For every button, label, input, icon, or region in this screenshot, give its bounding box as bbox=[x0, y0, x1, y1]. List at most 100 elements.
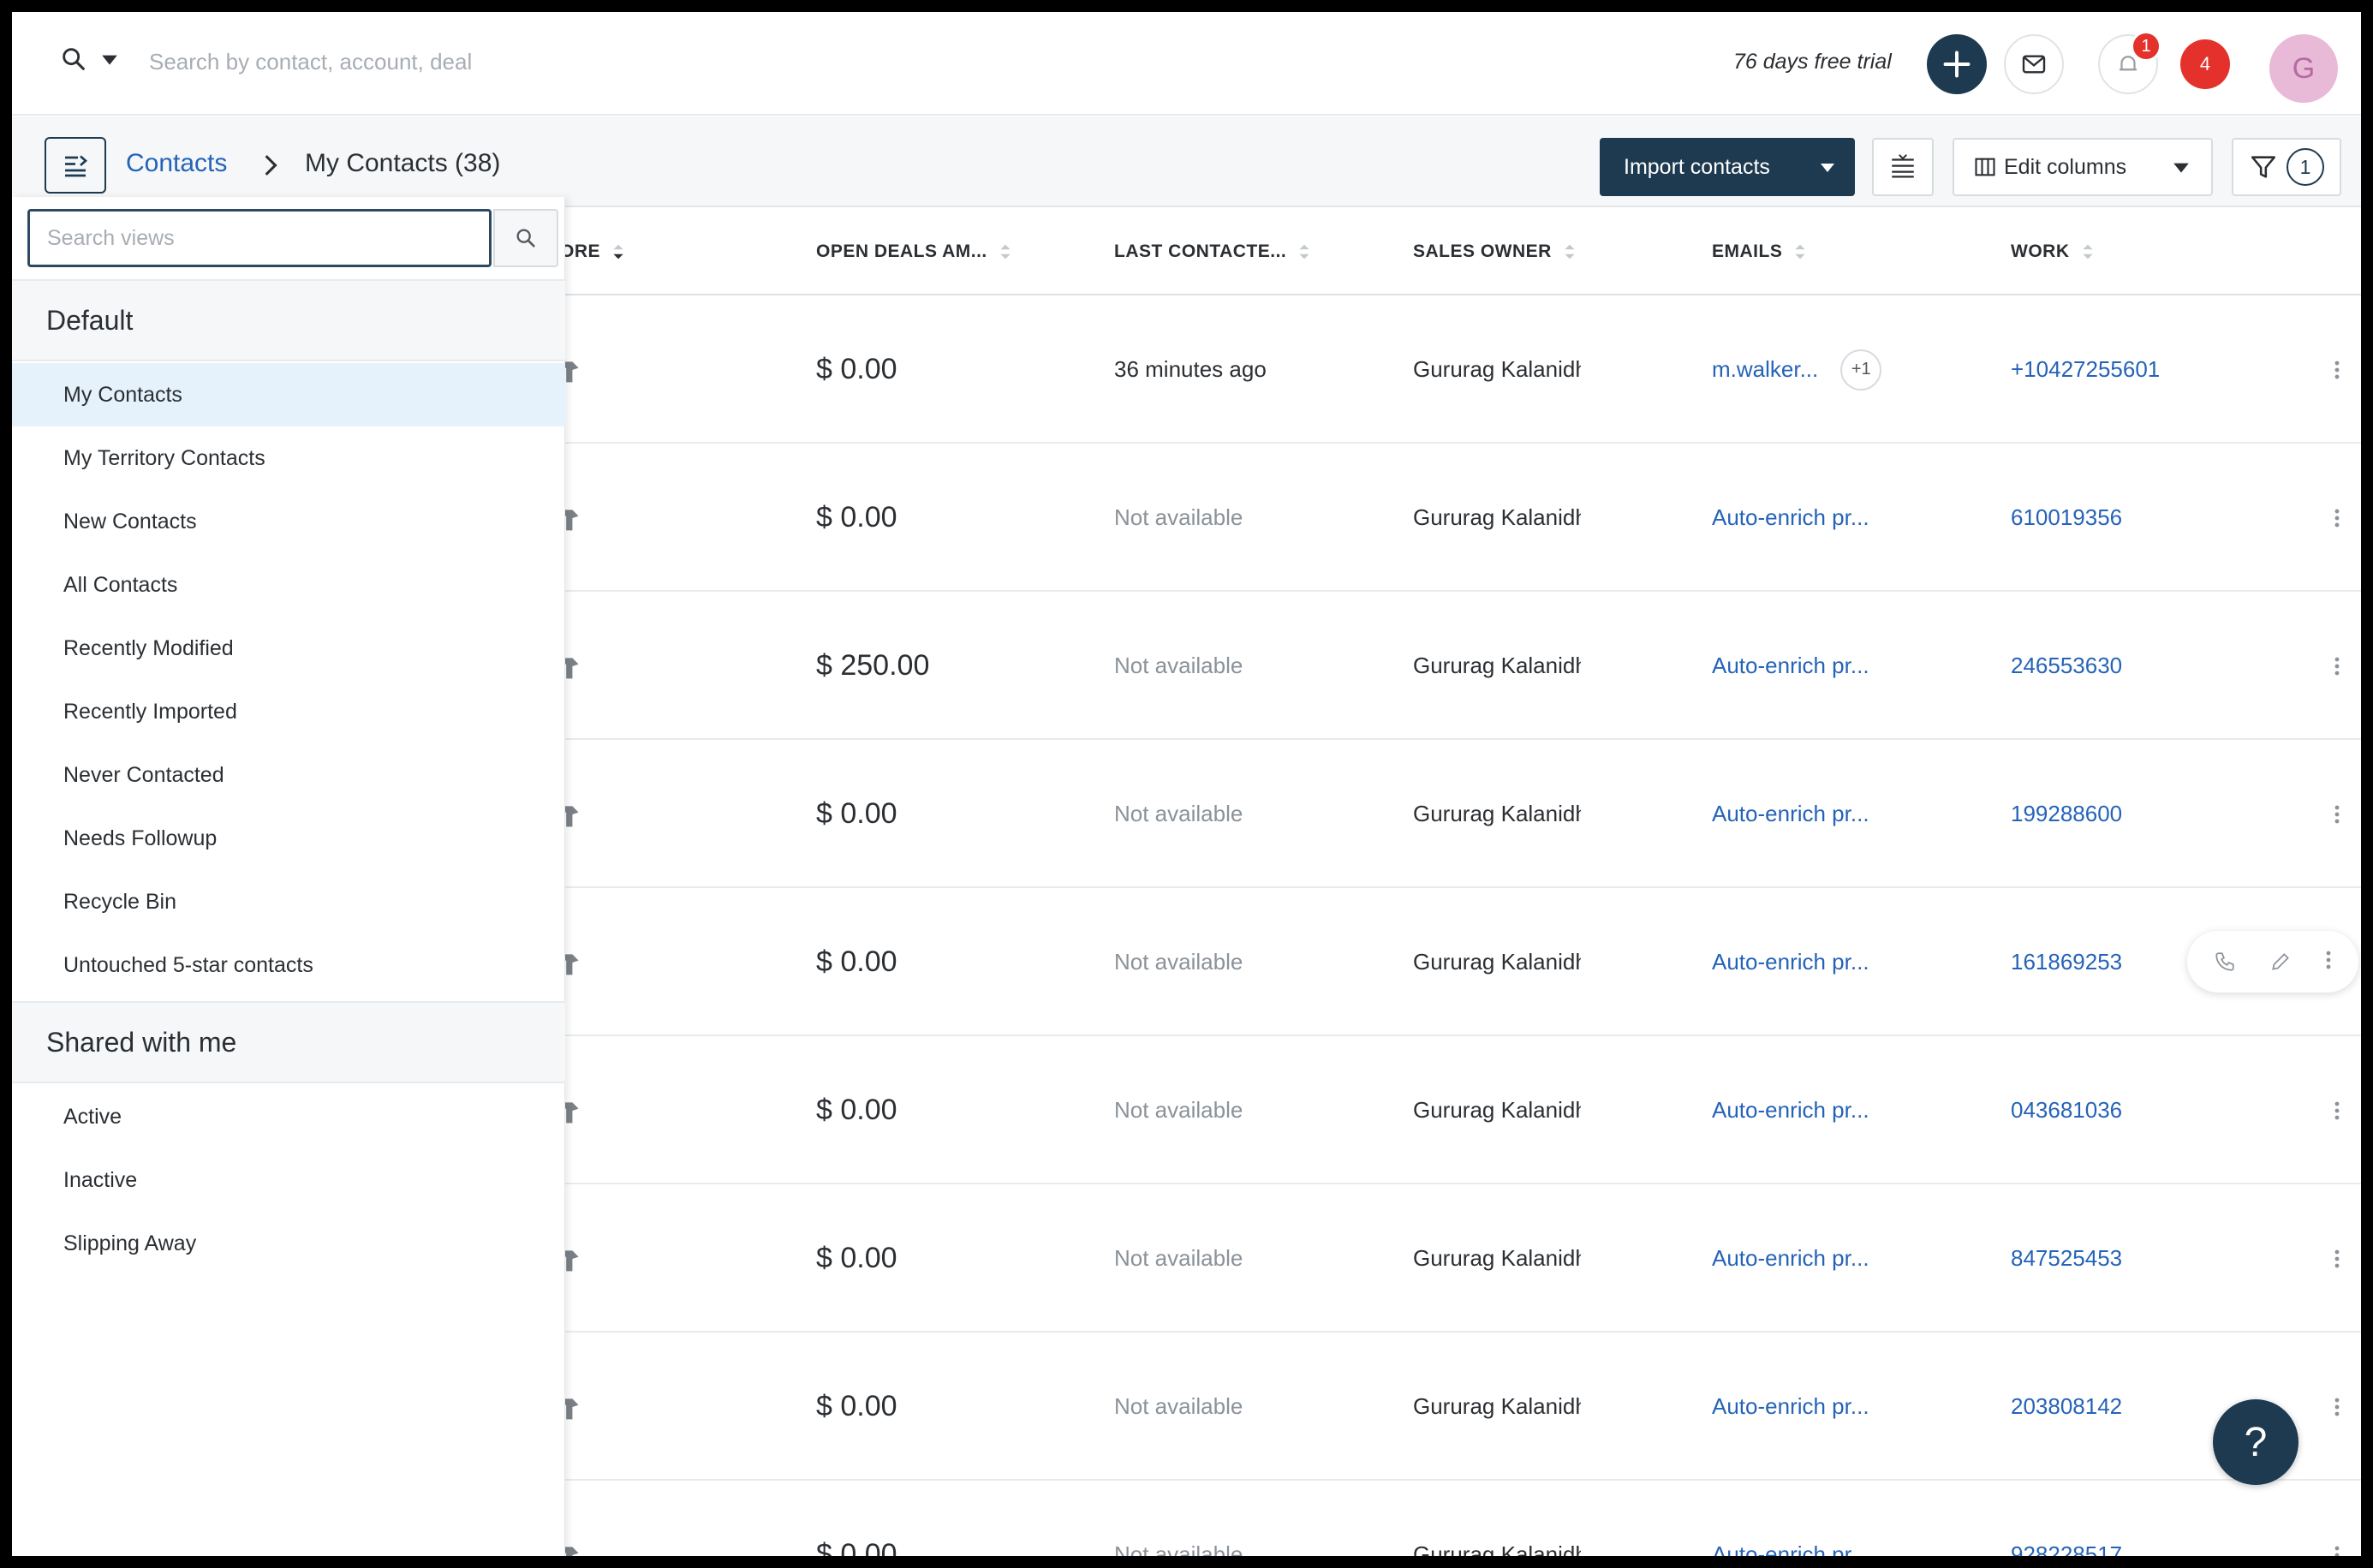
breadcrumb-contacts-link[interactable]: Contacts bbox=[126, 149, 227, 178]
row-more-button[interactable] bbox=[2324, 1184, 2350, 1333]
quick-add-button[interactable] bbox=[1927, 34, 1987, 94]
search-icon bbox=[516, 229, 535, 247]
work-phone-link[interactable]: 246553630 bbox=[2011, 592, 2122, 740]
email-link[interactable]: Auto-enrich pr... bbox=[1712, 653, 1869, 679]
alerts-count-button[interactable]: 4 bbox=[2180, 39, 2230, 89]
open-deals-amount: $ 0.00 bbox=[816, 945, 897, 978]
column-header-label: WORK bbox=[2011, 241, 2070, 261]
view-item[interactable]: Untouched 5-star contacts bbox=[12, 933, 565, 997]
score-cell bbox=[560, 1036, 594, 1184]
score-cell bbox=[560, 888, 594, 1036]
sales-owner: Gururag Kalanidh bbox=[1413, 801, 1581, 826]
view-item[interactable]: My Contacts bbox=[12, 363, 565, 426]
score-cell bbox=[560, 1481, 594, 1556]
row-more-button[interactable] bbox=[2324, 444, 2350, 592]
work-phone-link[interactable]: 847525453 bbox=[2011, 1184, 2122, 1333]
help-button[interactable]: ? bbox=[2213, 1399, 2298, 1485]
work-phone-link[interactable]: 610019356 bbox=[2011, 444, 2122, 592]
work-phone-link[interactable]: 161869253 bbox=[2011, 888, 2122, 1036]
work-phone-link[interactable]: 199288600 bbox=[2011, 740, 2122, 888]
row-actions bbox=[2187, 931, 2358, 993]
open-deals-amount: $ 0.00 bbox=[816, 1242, 897, 1274]
view-item[interactable]: New Contacts bbox=[12, 490, 565, 553]
view-item[interactable]: Needs Followup bbox=[12, 807, 565, 870]
score-cell bbox=[560, 295, 594, 444]
more-vertical-icon bbox=[2334, 1546, 2340, 1556]
more-emails-badge[interactable]: +1 bbox=[1840, 349, 1882, 391]
open-deals-amount: $ 0.00 bbox=[816, 1538, 897, 1556]
email-link[interactable]: Auto-enrich pr... bbox=[1712, 949, 1869, 975]
notifications-button[interactable]: 1 bbox=[2098, 31, 2161, 94]
column-header-emails[interactable]: EMAILS bbox=[1712, 241, 1806, 262]
notification-badge: 1 bbox=[2131, 31, 2161, 62]
work-phone-link[interactable]: 043681036 bbox=[2011, 1036, 2122, 1184]
last-contacted: Not available bbox=[1114, 1097, 1243, 1123]
edit-columns-button[interactable]: Edit columns bbox=[1953, 138, 2153, 196]
column-header-open-deals[interactable]: OPEN DEALS AM... bbox=[816, 241, 1011, 262]
chevron-right-icon bbox=[265, 155, 277, 176]
edit-pencil-icon[interactable] bbox=[2269, 951, 2292, 973]
row-more-button[interactable] bbox=[2324, 1333, 2350, 1481]
view-item[interactable]: Never Contacted bbox=[12, 743, 565, 807]
caret-down-icon[interactable] bbox=[1819, 158, 1836, 176]
views-search-input[interactable] bbox=[27, 209, 492, 267]
view-item[interactable]: Inactive bbox=[12, 1148, 565, 1212]
score-cell bbox=[560, 1184, 594, 1333]
row-more-button[interactable] bbox=[2324, 740, 2350, 888]
view-item[interactable]: Active bbox=[12, 1085, 565, 1148]
view-item[interactable]: All Contacts bbox=[12, 553, 565, 617]
email-cell: Auto-enrich pr... bbox=[1712, 1184, 1869, 1333]
work-phone-link[interactable]: 203808142 bbox=[2011, 1333, 2122, 1481]
view-item[interactable]: Slipping Away bbox=[12, 1212, 565, 1275]
last-contacted: Not available bbox=[1114, 949, 1243, 975]
view-item[interactable]: Recently Modified bbox=[12, 617, 565, 680]
row-more-button[interactable] bbox=[2324, 295, 2350, 444]
row-more-button[interactable] bbox=[2325, 950, 2332, 975]
open-deals-amount: $ 0.00 bbox=[816, 797, 897, 830]
row-more-button[interactable] bbox=[2324, 1036, 2350, 1184]
mail-icon bbox=[2022, 55, 2046, 74]
email-link[interactable]: Auto-enrich pr... bbox=[1712, 801, 1869, 827]
sort-icon bbox=[1299, 244, 1309, 259]
email-link[interactable]: Auto-enrich pr... bbox=[1712, 504, 1869, 531]
score-cell bbox=[560, 1333, 594, 1481]
email-link[interactable]: Auto-enrich pr... bbox=[1712, 1245, 1869, 1272]
views-panel-toggle[interactable] bbox=[45, 137, 106, 194]
row-density-button[interactable] bbox=[1872, 138, 1934, 196]
plus-icon bbox=[1943, 51, 1971, 78]
views-search-button[interactable] bbox=[493, 209, 558, 267]
email-cell: Auto-enrich pr... bbox=[1712, 592, 1869, 740]
import-contacts-button[interactable]: Import contacts bbox=[1600, 138, 1855, 196]
work-phone-link[interactable]: 928228517 bbox=[2011, 1481, 2122, 1556]
open-deals-amount: $ 0.00 bbox=[816, 1390, 897, 1422]
column-header-score[interactable]: ORE bbox=[560, 241, 624, 262]
email-link[interactable]: m.walker... bbox=[1712, 356, 1818, 383]
view-item[interactable]: Recently Imported bbox=[12, 680, 565, 743]
more-vertical-icon bbox=[2334, 509, 2340, 527]
row-more-button[interactable] bbox=[2324, 1481, 2350, 1556]
user-avatar[interactable]: G bbox=[2269, 34, 2338, 103]
sort-icon bbox=[1565, 244, 1575, 259]
edit-columns-menu-button[interactable] bbox=[2151, 138, 2213, 196]
filter-button[interactable]: 1 bbox=[2232, 138, 2341, 196]
work-phone-link[interactable]: +10427255601 bbox=[2011, 295, 2160, 444]
trial-text[interactable]: 76 days free trial bbox=[1733, 50, 1892, 75]
view-item[interactable]: Recycle Bin bbox=[12, 870, 565, 933]
email-link[interactable]: Auto-enrich pr... bbox=[1712, 1393, 1869, 1420]
global-search-input[interactable] bbox=[149, 43, 920, 80]
view-item[interactable]: My Territory Contacts bbox=[12, 426, 565, 490]
phone-icon[interactable] bbox=[2214, 951, 2236, 973]
column-header-last-contacted[interactable]: LAST CONTACTE... bbox=[1114, 241, 1310, 262]
column-header-sales-owner[interactable]: SALES OWNER bbox=[1413, 241, 1576, 262]
email-link[interactable]: Auto-enrich pr... bbox=[1712, 1097, 1869, 1124]
column-header-work[interactable]: WORK bbox=[2011, 241, 2094, 262]
row-more-button[interactable] bbox=[2324, 592, 2350, 740]
email-button[interactable] bbox=[2004, 34, 2064, 94]
last-contacted: 36 minutes ago bbox=[1114, 356, 1267, 382]
email-cell: Auto-enrich pr... bbox=[1712, 1333, 1869, 1481]
email-cell: m.walker... +1 bbox=[1712, 295, 1882, 444]
email-link[interactable]: Auto-enrich pr... bbox=[1712, 1541, 1869, 1556]
density-icon bbox=[1892, 154, 1914, 178]
last-contacted: Not available bbox=[1114, 1393, 1243, 1419]
search-scope-selector[interactable] bbox=[59, 45, 119, 74]
